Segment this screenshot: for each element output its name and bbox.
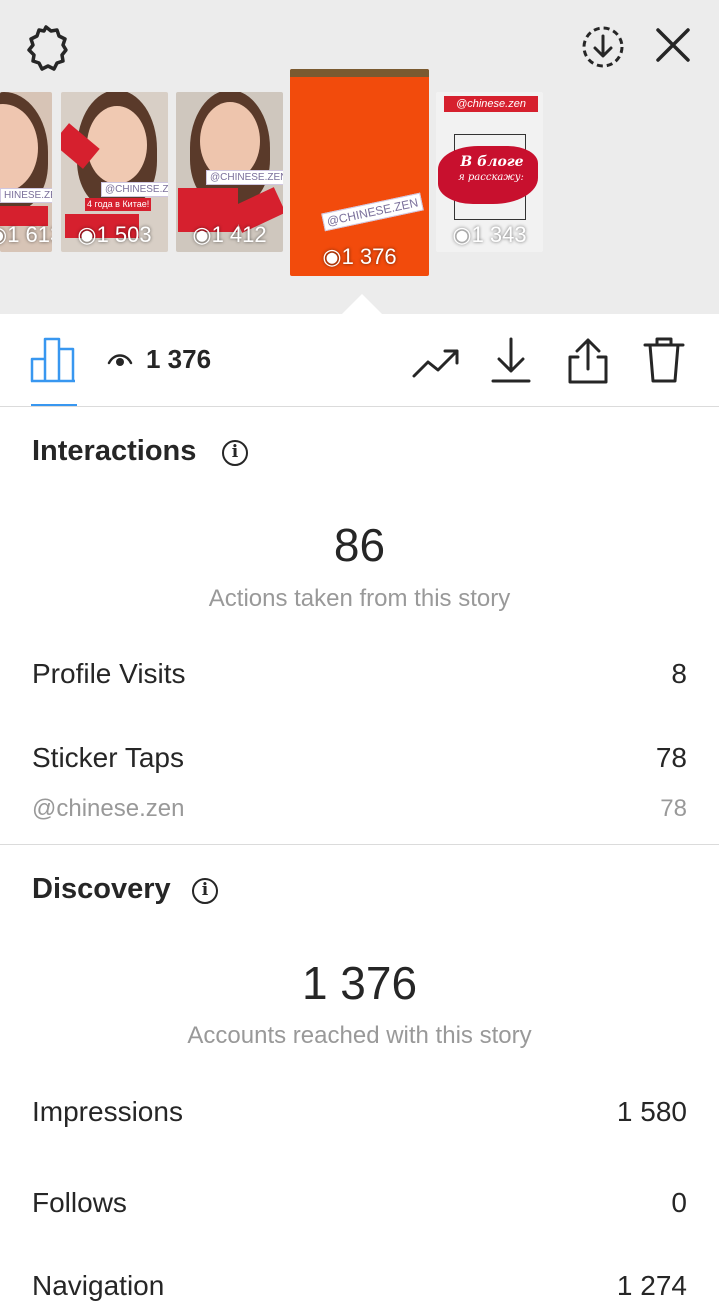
eye-icon — [106, 350, 134, 370]
story-caption: В блоге — [460, 154, 524, 170]
metric-label-sticker-taps: Sticker Taps — [32, 742, 184, 773]
story-thumbnail[interactable]: @chinese.zen В блоге я расскажу: ◉1 343 — [436, 92, 543, 252]
interactions-caption: Actions taken from this story — [208, 585, 511, 612]
metric-label-follows: Follows — [32, 1187, 127, 1218]
discovery-caption: Accounts reached with this story — [187, 1022, 532, 1049]
discovery-total: 1 376 — [301, 957, 418, 1009]
story-toolbar: 1 376 — [0, 314, 719, 407]
story-thumbnail[interactable]: @CHINESE.ZEN ◉1 412 — [176, 92, 283, 252]
sticker-mention-label: @chinese.zen — [32, 795, 185, 822]
trash-icon[interactable] — [640, 334, 688, 386]
view-count: 1 376 — [146, 344, 212, 374]
selection-pointer — [341, 294, 383, 315]
metric-value-follows: 0 — [671, 1187, 687, 1218]
story-strip: HINESE.ZEN ◉1 613 @CHINESE.ZEN 4 года в … — [0, 0, 719, 315]
story-caption: 4 года в Китае! — [85, 198, 152, 211]
mention-sticker: @CHINESE.ZEN — [101, 182, 168, 197]
mention-sticker: @CHINESE.ZEN — [206, 170, 283, 185]
metric-label-navigation: Navigation — [32, 1270, 165, 1301]
active-tab-indicator — [31, 404, 77, 406]
metric-value-navigation: 1 274 — [616, 1270, 687, 1301]
metric-label-impressions: Impressions — [32, 1096, 183, 1127]
story-view-count: ◉1 376 — [322, 244, 397, 269]
mention-sticker: @CHINESE.ZEN — [321, 192, 424, 232]
close-icon[interactable] — [652, 24, 694, 66]
story-view-count: ◉1 503 — [77, 222, 152, 247]
trending-icon[interactable] — [410, 340, 462, 384]
story-caption: я расскажу: — [458, 172, 524, 183]
sticker-mention-value: 78 — [660, 795, 687, 822]
story-view-count: ◉1 613 — [0, 222, 52, 247]
metric-value-impressions: 1 580 — [616, 1096, 687, 1127]
metric-label-profile-visits: Profile Visits — [32, 658, 186, 689]
interactions-total: 86 — [333, 519, 386, 571]
mention-sticker: @chinese.zen — [444, 96, 538, 112]
info-icon[interactable]: i — [222, 440, 248, 466]
metric-value-profile-visits: 8 — [671, 658, 687, 689]
section-title-discovery: Discovery — [32, 873, 171, 905]
section-title-interactions: Interactions — [32, 435, 197, 467]
metric-value-sticker-taps: 78 — [655, 742, 687, 773]
story-view-count: ◉1 412 — [192, 222, 267, 247]
download-icon[interactable] — [488, 334, 534, 386]
gear-icon[interactable] — [20, 22, 72, 74]
info-icon[interactable]: i — [192, 878, 218, 904]
story-thumbnail[interactable]: @CHINESE.ZEN 4 года в Китае! ◉1 503 — [61, 92, 168, 252]
share-icon[interactable] — [564, 334, 612, 386]
story-thumbnail[interactable]: HINESE.ZEN ◉1 613 — [0, 92, 52, 252]
section-divider — [0, 844, 719, 845]
download-circle-icon[interactable] — [578, 22, 628, 72]
bar-chart-icon[interactable] — [30, 334, 76, 384]
story-view-count: ◉1 343 — [452, 222, 527, 247]
story-thumbnail-selected[interactable]: @CHINESE.ZEN ◉1 376 — [290, 69, 429, 276]
